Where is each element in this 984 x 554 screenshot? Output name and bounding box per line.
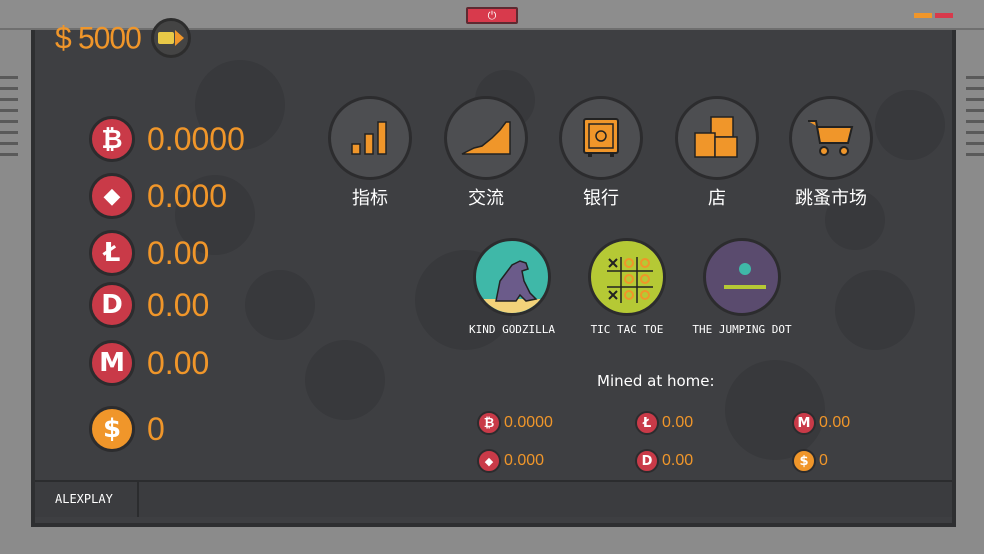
- game-label: THE JUMPING DOT: [692, 323, 792, 336]
- app-bank[interactable]: 银行: [551, 96, 651, 210]
- cash-icon: [158, 32, 174, 44]
- background-coin: [835, 270, 915, 350]
- ethereum-icon: ◆: [477, 449, 501, 473]
- litecoin-icon: Ł: [635, 411, 659, 435]
- minimize-button[interactable]: [914, 13, 932, 18]
- game-kind-godzilla[interactable]: KIND GODZILLA: [457, 238, 567, 340]
- app-label: 跳蚤市场: [795, 188, 867, 209]
- close-button[interactable]: [935, 13, 953, 18]
- tic-tac-toe-icon: [588, 238, 666, 316]
- mined-bitcoin-amount: 0.0000: [504, 414, 553, 431]
- app-label: 交流: [468, 188, 504, 209]
- mined-litecoin-amount: 0.00: [662, 414, 694, 431]
- jumping-dot-icon: [703, 238, 781, 316]
- power-icon: ⏻: [487, 9, 497, 22]
- app-label: 店: [708, 188, 726, 209]
- monero-icon: M: [792, 411, 816, 435]
- mined-dollar-amount: 0: [819, 452, 828, 469]
- dash-icon: D: [89, 282, 135, 328]
- taskbar: ALEXPLAY: [35, 480, 952, 517]
- wallet-row-litecoin: Ł 0.00: [89, 230, 209, 276]
- wallet-row-bitcoin: ₿ 0.0000: [89, 116, 245, 162]
- area-chart-icon: [444, 96, 528, 180]
- add-money-button[interactable]: [151, 18, 191, 58]
- dash-icon: D: [635, 449, 659, 473]
- mined-dash: D 0.00: [635, 449, 693, 473]
- mined-at-home-title: Mined at home:: [597, 372, 715, 390]
- dollar-icon: $: [792, 449, 816, 473]
- wallet-row-monero: M 0.00: [89, 340, 209, 386]
- wallet-row-dash: D 0.00: [89, 282, 209, 328]
- mined-monero-amount: 0.00: [819, 414, 851, 431]
- taskbar-user[interactable]: ALEXPLAY: [35, 482, 139, 517]
- bitcoin-amount: 0.0000: [147, 120, 245, 157]
- ethereum-icon: ◆: [89, 173, 135, 219]
- app-flea-market[interactable]: 跳蚤市场: [781, 96, 881, 210]
- bitcoin-icon: ₿: [89, 116, 135, 162]
- left-vent: [0, 76, 18, 176]
- mined-litecoin: Ł 0.00: [635, 411, 693, 435]
- mined-ethereum-amount: 0.000: [504, 452, 545, 469]
- background-coin: [305, 340, 385, 420]
- wallet-row-dollar: $ 0: [89, 406, 165, 452]
- background-coin: [245, 270, 315, 340]
- game-the-jumping-dot[interactable]: THE JUMPING DOT: [687, 238, 797, 340]
- game-tic-tac-toe[interactable]: TIC TAC TOE: [572, 238, 682, 340]
- mined-bitcoin: ₿ 0.0000: [477, 411, 553, 435]
- game-label: KIND GODZILLA: [468, 323, 556, 336]
- app-exchange[interactable]: 交流: [436, 96, 536, 210]
- mined-monero: M 0.00: [792, 411, 850, 435]
- app-indicators[interactable]: 指标: [320, 96, 420, 210]
- arrow-right-icon: [175, 30, 184, 46]
- mined-dollar: $ 0: [792, 449, 828, 473]
- monitor-frame: ⏻ $ 5000 ₿ 0.0000 ◆ 0.000 Ł 0.00 D 0.00 …: [0, 0, 984, 554]
- monero-icon: M: [89, 340, 135, 386]
- app-shop[interactable]: 店: [667, 96, 767, 210]
- dash-amount: 0.00: [147, 286, 210, 323]
- right-vent: [966, 76, 984, 176]
- dollar-amount: 0: [147, 410, 165, 447]
- ethereum-amount: 0.000: [147, 177, 228, 214]
- mined-dash-amount: 0.00: [662, 452, 694, 469]
- litecoin-icon: Ł: [89, 230, 135, 276]
- bar-chart-icon: [328, 96, 412, 180]
- wallet-row-ethereum: ◆ 0.000: [89, 173, 227, 219]
- bitcoin-icon: ₿: [477, 411, 501, 435]
- power-button[interactable]: ⏻: [466, 7, 518, 24]
- mined-ethereum: ◆ 0.000: [477, 449, 544, 473]
- godzilla-icon: [473, 238, 551, 316]
- dollar-icon: $: [89, 406, 135, 452]
- app-label: 指标: [352, 188, 388, 209]
- shopping-cart-icon: [789, 96, 873, 180]
- litecoin-amount: 0.00: [147, 234, 210, 271]
- app-label: 银行: [583, 188, 619, 209]
- safe-icon: [559, 96, 643, 180]
- boxes-icon: [675, 96, 759, 180]
- background-coin: [725, 360, 825, 460]
- monero-amount: 0.00: [147, 344, 210, 381]
- game-label: TIC TAC TOE: [590, 323, 664, 336]
- money-balance: $ 5000: [55, 21, 142, 56]
- screen: $ 5000 ₿ 0.0000 ◆ 0.000 Ł 0.00 D 0.00 M …: [31, 18, 956, 527]
- background-coin: [875, 90, 945, 160]
